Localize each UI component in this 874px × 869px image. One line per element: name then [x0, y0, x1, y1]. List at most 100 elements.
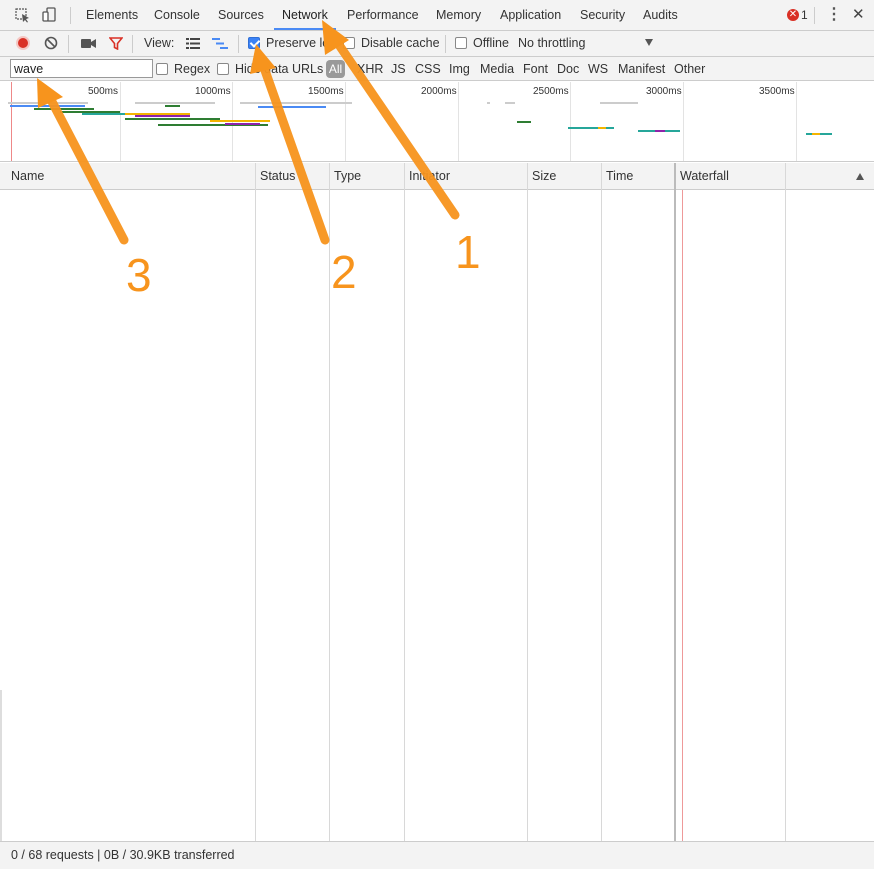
overview-request-bar [8, 102, 88, 104]
tab-performance[interactable]: Performance [347, 0, 419, 31]
filter-type-ws[interactable]: WS [588, 62, 608, 76]
overview-request-bar [655, 130, 665, 132]
toolbar-separator-3 [238, 35, 239, 53]
tab-security[interactable]: Security [580, 0, 625, 31]
filter-icon[interactable] [108, 37, 124, 51]
column-header-waterfall[interactable]: Waterfall [676, 163, 729, 190]
overview-request-bar [125, 118, 220, 120]
large-request-rows-icon[interactable] [186, 38, 200, 49]
overview-gridline [458, 82, 459, 161]
filter-type-doc[interactable]: Doc [557, 62, 579, 76]
record-button[interactable] [16, 36, 30, 50]
toolbar-separator-4 [445, 35, 446, 53]
overview-gridline [120, 82, 121, 161]
overview-request-bar [568, 127, 614, 129]
overview-gridline [796, 82, 797, 161]
screenshot-camera-icon[interactable] [81, 38, 96, 49]
more-options-icon[interactable]: ⋮ [826, 7, 842, 23]
disable-cache-checkbox[interactable] [343, 37, 355, 49]
active-tab-underline [274, 28, 336, 30]
overview-tick: 3500ms [759, 86, 795, 97]
overview-request-bar [165, 105, 180, 107]
error-separator [814, 7, 815, 24]
tab-application[interactable]: Application [500, 0, 561, 31]
hide-data-urls-label[interactable]: Hide data URLs [235, 62, 323, 76]
filter-type-other[interactable]: Other [674, 62, 705, 76]
toolbar-separator [68, 35, 69, 53]
close-icon[interactable]: ✕ [852, 7, 865, 23]
overview-tick: 500ms [88, 86, 119, 97]
overview-tick: 3000ms [646, 86, 682, 97]
filter-type-manifest[interactable]: Manifest [618, 62, 665, 76]
disable-cache-label[interactable]: Disable cache [361, 36, 440, 50]
overview-tick: 1500ms [308, 86, 344, 97]
filter-input[interactable] [10, 59, 153, 78]
filter-type-img[interactable]: Img [449, 62, 470, 76]
overview-request-bar [487, 102, 490, 104]
tab-memory[interactable]: Memory [436, 0, 481, 31]
filter-type-js[interactable]: JS [391, 62, 406, 76]
overview-request-bar [598, 127, 606, 129]
request-table-header: Name Status Type Initiator Size Time Wat… [0, 163, 874, 190]
tab-audits[interactable]: Audits [643, 0, 678, 31]
overview-tick: 2000ms [421, 86, 457, 97]
overview-request-bar [812, 133, 820, 135]
regex-checkbox[interactable] [156, 63, 168, 75]
view-label: View: [144, 36, 175, 50]
overview-request-bar [135, 115, 190, 117]
tab-console[interactable]: Console [154, 0, 200, 31]
column-header-type[interactable]: Type [330, 163, 361, 190]
overview-gridline [570, 82, 571, 161]
regex-label[interactable]: Regex [174, 62, 210, 76]
overview-request-bar [517, 121, 531, 123]
overview-tick: 1000ms [195, 86, 231, 97]
throttling-select[interactable]: No throttling [518, 36, 585, 50]
inspect-element-icon[interactable] [15, 8, 31, 23]
offline-checkbox[interactable] [455, 37, 467, 49]
filter-type-xhr[interactable]: XHR [357, 62, 383, 76]
preserve-log-label[interactable]: Preserve log [266, 36, 336, 50]
tab-network[interactable]: Network [282, 0, 328, 31]
annotation-label-3: 3 [126, 249, 152, 301]
overview-request-bar [135, 102, 215, 104]
overview-request-bar [225, 123, 260, 125]
tab-sources[interactable]: Sources [218, 0, 264, 31]
tab-separator [70, 7, 71, 24]
overview-gridline [232, 82, 233, 161]
overview-gridline [683, 82, 684, 161]
overview-gridline [345, 82, 346, 161]
network-toolbar: View: Preserve log Disable cache Offline… [0, 31, 874, 57]
filter-type-font[interactable]: Font [523, 62, 548, 76]
overview-request-bar [258, 106, 326, 108]
devtools-tab-bar: Elements Console Sources Network Perform… [0, 0, 874, 31]
network-summary-bar: 0 / 68 requests | 0B / 30.9KB transferre… [0, 841, 874, 869]
filter-type-css[interactable]: CSS [415, 62, 441, 76]
error-count[interactable]: 1 [801, 8, 808, 22]
hide-data-urls-checkbox[interactable] [217, 63, 229, 75]
column-header-status[interactable]: Status [256, 163, 295, 190]
overview-request-bar [34, 108, 94, 110]
filter-type-all[interactable]: All [326, 60, 345, 78]
overview-tick: 2500ms [533, 86, 569, 97]
overview-waterfall-icon[interactable] [212, 38, 228, 49]
overview-request-bar [210, 120, 270, 122]
column-header-initiator[interactable]: Initiator [405, 163, 450, 190]
tab-elements[interactable]: Elements [86, 0, 138, 31]
column-header-size[interactable]: Size [528, 163, 556, 190]
offline-label[interactable]: Offline [473, 36, 509, 50]
chevron-down-icon[interactable] [645, 39, 653, 46]
clear-icon[interactable] [44, 36, 58, 50]
sort-ascending-icon[interactable] [856, 173, 864, 180]
filter-type-media[interactable]: Media [480, 62, 514, 76]
overview-request-bar [10, 105, 85, 107]
error-icon[interactable]: ✕ [787, 9, 799, 21]
toolbar-separator-2 [132, 35, 133, 53]
preserve-log-checkbox[interactable] [248, 37, 260, 49]
device-toolbar-icon[interactable] [42, 7, 58, 23]
timeline-overview[interactable]: 500ms 1000ms 1500ms 2000ms 2500ms 3000ms… [0, 82, 874, 162]
column-header-time[interactable]: Time [602, 163, 633, 190]
annotation-label-1: 1 [455, 226, 481, 278]
overview-load-marker [11, 82, 12, 161]
column-header-name[interactable]: Name [7, 163, 44, 190]
overview-request-bar [600, 102, 638, 104]
